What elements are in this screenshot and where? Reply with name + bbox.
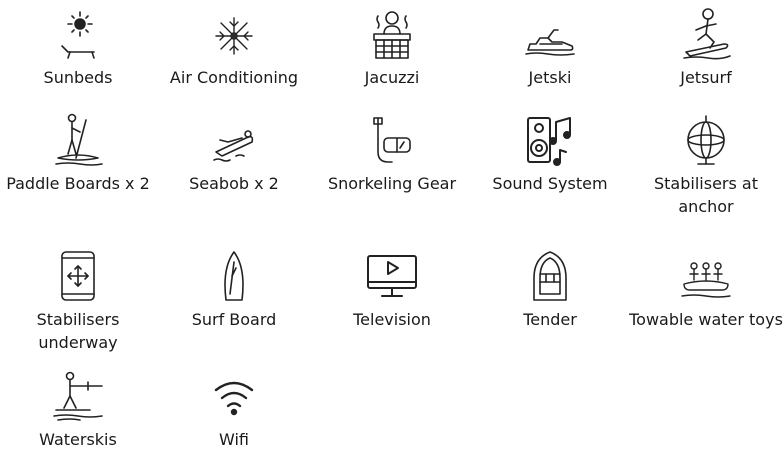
amenities-grid: Sunbeds Air Conditioning Jacuzzi Jetski … bbox=[0, 0, 784, 470]
speaker-music-icon bbox=[520, 112, 580, 168]
amenity-label: Jetsurf bbox=[680, 68, 732, 87]
seabob-icon bbox=[204, 112, 264, 168]
amenity-label: Surf Board bbox=[191, 310, 277, 329]
amenity-snorkeling-gear: Snorkeling Gear bbox=[314, 112, 470, 195]
amenity-label: Jetski bbox=[528, 68, 572, 87]
phone-move-icon bbox=[48, 248, 108, 304]
tender-boat-icon bbox=[520, 248, 580, 304]
amenity-label: Sunbeds bbox=[43, 68, 113, 87]
amenity-television: Television bbox=[314, 248, 470, 331]
amenity-label: Waterskis bbox=[39, 430, 117, 449]
snowflake-icon bbox=[204, 6, 264, 62]
amenity-label: Television bbox=[353, 310, 431, 329]
gyroscope-icon bbox=[676, 112, 736, 168]
towable-toy-icon bbox=[676, 248, 736, 304]
wifi-icon bbox=[204, 368, 264, 424]
amenity-surf-board: Surf Board bbox=[156, 248, 312, 331]
amenity-label: Paddle Boards x 2 bbox=[6, 174, 150, 193]
sunbed-icon bbox=[48, 6, 108, 62]
snorkel-icon bbox=[362, 112, 422, 168]
amenity-label: Snorkeling Gear bbox=[327, 174, 457, 193]
amenity-jetski: Jetski bbox=[472, 6, 628, 89]
surfboard-icon bbox=[204, 248, 264, 304]
paddle-board-icon bbox=[48, 112, 108, 168]
waterski-icon bbox=[48, 368, 108, 424]
amenity-wifi: Wifi bbox=[156, 368, 312, 451]
amenity-air-conditioning: Air Conditioning bbox=[156, 6, 312, 89]
amenity-stabilisers-at-anchor: Stabilisers at anchor bbox=[628, 112, 784, 218]
television-icon bbox=[362, 248, 422, 304]
jetski-icon bbox=[520, 6, 580, 62]
jacuzzi-icon bbox=[362, 6, 422, 62]
amenity-label: Towable water toys bbox=[629, 310, 783, 329]
amenity-label: Stabilisers at anchor bbox=[654, 174, 758, 216]
amenity-label: Seabob x 2 bbox=[189, 174, 279, 193]
amenity-label: Wifi bbox=[219, 430, 249, 449]
amenity-waterskis: Waterskis bbox=[0, 368, 156, 451]
amenity-towable-water-toys: Towable water toys bbox=[628, 248, 784, 331]
amenity-paddle-boards: Paddle Boards x 2 bbox=[0, 112, 156, 195]
amenity-sunbeds: Sunbeds bbox=[0, 6, 156, 89]
amenity-jetsurf: Jetsurf bbox=[628, 6, 784, 89]
amenity-label: Stabilisers underway bbox=[36, 310, 120, 352]
amenity-seabob: Seabob x 2 bbox=[156, 112, 312, 195]
amenity-label: Air Conditioning bbox=[169, 68, 299, 87]
amenity-jacuzzi: Jacuzzi bbox=[314, 6, 470, 89]
amenity-label: Tender bbox=[523, 310, 577, 329]
jetsurf-icon bbox=[676, 6, 736, 62]
amenity-sound-system: Sound System bbox=[472, 112, 628, 195]
amenity-label: Jacuzzi bbox=[364, 68, 420, 87]
amenity-stabilisers-underway: Stabilisers underway bbox=[0, 248, 156, 354]
amenity-tender: Tender bbox=[472, 248, 628, 331]
amenity-label: Sound System bbox=[492, 174, 608, 193]
